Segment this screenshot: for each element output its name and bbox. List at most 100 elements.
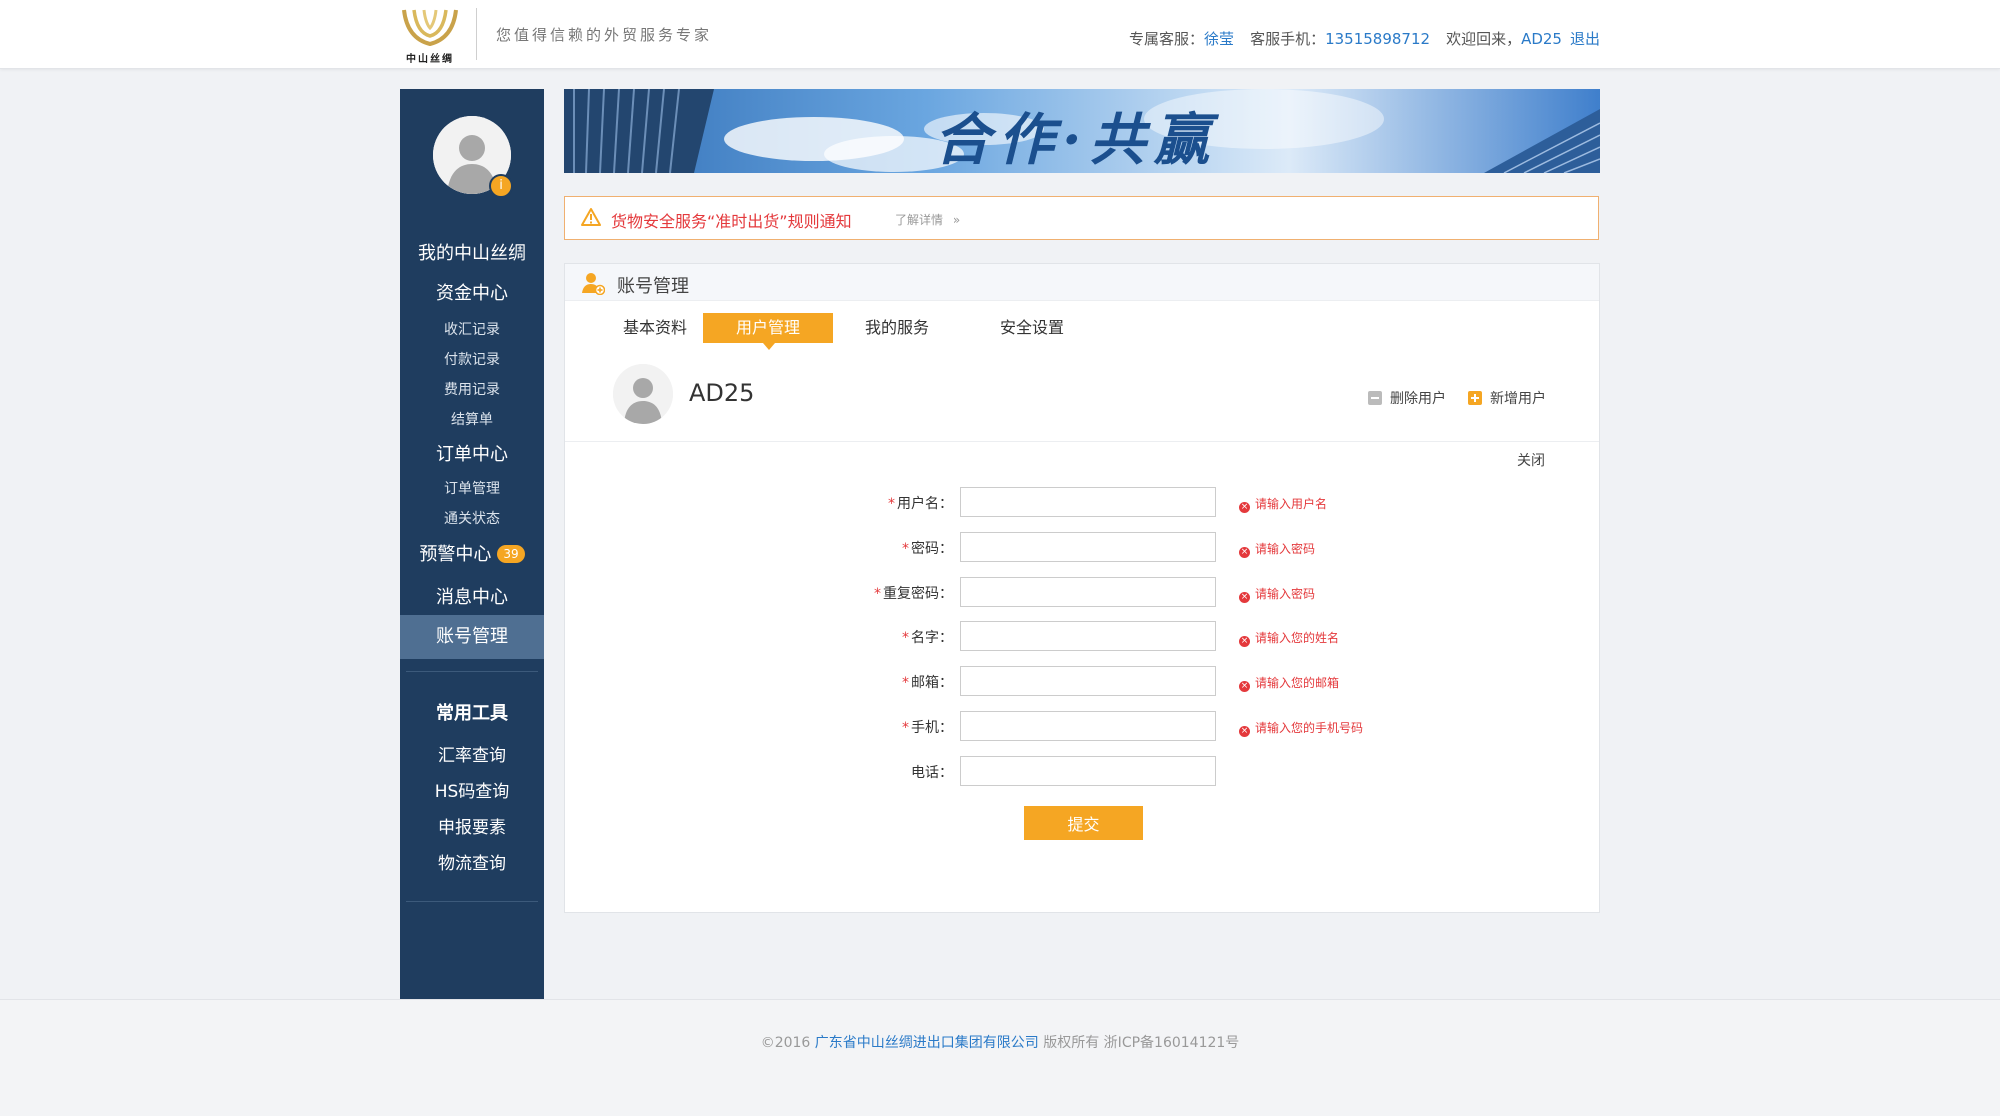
sidebar-item-alerts[interactable]: 预警中心 39 <box>400 540 544 566</box>
banner-slogan: 合作·共赢 <box>934 107 1218 173</box>
add-user-button[interactable]: 新增用户 <box>1468 388 1546 408</box>
sidebar-item-payments[interactable]: 付款记录 <box>400 349 544 369</box>
account-panel: 账号管理 基本资料 用户管理 我的服务 安全设置 AD25 删除用户 新增用户 … <box>564 263 1600 913</box>
logo-text: 中山丝绸 <box>406 54 454 65</box>
plus-square-icon <box>1468 391 1482 405</box>
sidebar: i 我的中山丝绸 资金中心 收汇记录 付款记录 费用记录 结算单 订单中心 订单… <box>400 89 544 999</box>
sidebar-item-messages[interactable]: 消息中心 <box>400 583 544 609</box>
email-label: * 邮箱： <box>753 672 953 692</box>
sidebar-item-statements[interactable]: 结算单 <box>400 409 544 429</box>
footer: ©2016 广东省中山丝绸进出口集团有限公司 版权所有 浙ICP备1601412… <box>0 999 2000 1116</box>
tab-user-management[interactable]: 用户管理 <box>703 313 833 350</box>
sidebar-item-exchange-rate[interactable]: 汇率查询 <box>400 741 544 766</box>
required-mark: * <box>902 675 909 691</box>
sidebar-item-receipts[interactable]: 收汇记录 <box>400 319 544 339</box>
mobile-error-text: 请输入您的手机号码 <box>1255 721 1364 735</box>
mobile-label: * 手机： <box>753 717 953 737</box>
footer-company-link[interactable]: 广东省中山丝绸进出口集团有限公司 <box>815 1035 1039 1051</box>
sidebar-alerts-label: 预警中心 <box>419 544 492 565</box>
sidebar-item-logistics[interactable]: 物流查询 <box>400 849 544 874</box>
phone-input[interactable] <box>960 756 1216 786</box>
sidebar-divider <box>406 671 538 672</box>
sidebar-item-hs-code[interactable]: HS码查询 <box>400 777 544 802</box>
notice-text[interactable]: 货物安全服务“准时出货”规则通知 <box>611 208 852 232</box>
footer-suffix: 版权所有 浙ICP备16014121号 <box>1043 1035 1240 1051</box>
footer-prefix: ©2016 <box>760 1035 811 1051</box>
username-link[interactable]: AD25 <box>1521 30 1562 48</box>
notice-details-link[interactable]: 了解详情 » <box>895 211 960 228</box>
required-mark: * <box>888 496 895 512</box>
required-mark: * <box>902 630 909 646</box>
email-error-text: 请输入您的邮箱 <box>1255 676 1340 690</box>
close-form-link[interactable]: 关闭 <box>1517 450 1545 470</box>
notice-details-label: 了解详情 <box>895 213 944 227</box>
sidebar-item-fees[interactable]: 费用记录 <box>400 379 544 399</box>
name-input[interactable] <box>960 621 1216 651</box>
repeat-password-label: * 重复密码： <box>753 583 953 603</box>
password-input[interactable] <box>960 532 1216 562</box>
repeat-password-error-text: 请输入密码 <box>1255 587 1316 601</box>
logo-icon[interactable]: 中山丝绸 <box>398 6 462 66</box>
sidebar-item-order-management[interactable]: 订单管理 <box>400 478 544 498</box>
repeat-password-error: × 请输入密码 <box>1239 585 1315 603</box>
repeat-password-input[interactable] <box>960 577 1216 607</box>
avatar-info-badge: i <box>489 174 513 198</box>
submit-button[interactable]: 提交 <box>1024 806 1143 840</box>
tab-my-services[interactable]: 我的服务 <box>855 313 939 343</box>
mobile-input[interactable] <box>960 711 1216 741</box>
delete-user-button[interactable]: 删除用户 <box>1368 388 1446 408</box>
phone-label: 电话： <box>753 762 953 782</box>
promo-banner[interactable]: 合作·共赢 <box>564 89 1600 173</box>
avatar-icon <box>613 364 673 424</box>
welcome-text: 欢迎回来， <box>1446 30 1522 48</box>
tab-security-settings[interactable]: 安全设置 <box>990 313 1074 343</box>
sidebar-item-finance[interactable]: 资金中心 <box>400 279 544 305</box>
email-error: × 请输入您的邮箱 <box>1239 674 1339 692</box>
tab-basic-info[interactable]: 基本资料 <box>613 313 697 343</box>
sidebar-item-orders[interactable]: 订单中心 <box>400 440 544 466</box>
email-label-text: 邮箱： <box>911 675 953 691</box>
required-mark: * <box>902 720 909 736</box>
email-input[interactable] <box>960 666 1216 696</box>
panel-divider <box>565 441 1599 442</box>
username-label: * 用户名： <box>753 493 953 513</box>
sidebar-item-declaration[interactable]: 申报要素 <box>400 813 544 838</box>
top-header: 中山丝绸 您值得信赖的外贸服务专家 专属客服：徐莹 客服手机：1351589871… <box>0 0 2000 69</box>
sidebar-item-customs-status[interactable]: 通关状态 <box>400 508 544 528</box>
logo-divider <box>476 8 477 60</box>
sidebar-divider-bottom <box>406 901 538 902</box>
password-label: * 密码： <box>753 538 953 558</box>
alerts-count-badge: 39 <box>497 545 525 563</box>
password-error: × 请输入密码 <box>1239 540 1315 558</box>
error-x-icon: × <box>1239 636 1250 647</box>
error-x-icon: × <box>1239 502 1250 513</box>
minus-square-icon <box>1368 391 1382 405</box>
name-label-text: 名字： <box>911 630 953 646</box>
error-x-icon: × <box>1239 726 1250 737</box>
service-name-link[interactable]: 徐莹 <box>1204 30 1234 48</box>
sidebar-item-account[interactable]: 账号管理 <box>400 615 544 659</box>
notice-bar: 货物安全服务“准时出货”规则通知 了解详情 » <box>564 196 1599 240</box>
double-chevron-right-icon: » <box>952 213 961 227</box>
username-error: × 请输入用户名 <box>1239 495 1327 513</box>
managed-user-name: AD25 <box>689 379 755 407</box>
password-error-text: 请输入密码 <box>1255 542 1316 556</box>
error-x-icon: × <box>1239 592 1250 603</box>
username-label-text: 用户名： <box>897 496 953 512</box>
logout-link[interactable]: 退出 <box>1570 30 1600 48</box>
sidebar-item-my-home[interactable]: 我的中山丝绸 <box>400 239 544 265</box>
name-error-text: 请输入您的姓名 <box>1255 631 1340 645</box>
mobile-label-text: 手机： <box>911 720 953 736</box>
sidebar-avatar[interactable]: i <box>433 116 513 198</box>
phone-number: 13515898712 <box>1325 30 1431 48</box>
password-label-text: 密码： <box>911 541 953 557</box>
username-input[interactable] <box>960 487 1216 517</box>
phone-label: 客服手机： <box>1250 30 1326 48</box>
phone-label-text: 电话： <box>911 765 953 781</box>
user-info-bar: 专属客服：徐莹 客服手机：13515898712 欢迎回来，AD25 退出 <box>1129 28 1600 49</box>
repeat-password-label-text: 重复密码： <box>883 586 953 602</box>
required-mark: * <box>874 586 881 602</box>
footer-copyright: ©2016 广东省中山丝绸进出口集团有限公司 版权所有 浙ICP备1601412… <box>0 1032 2000 1052</box>
name-label: * 名字： <box>753 627 953 647</box>
name-error: × 请输入您的姓名 <box>1239 629 1339 647</box>
